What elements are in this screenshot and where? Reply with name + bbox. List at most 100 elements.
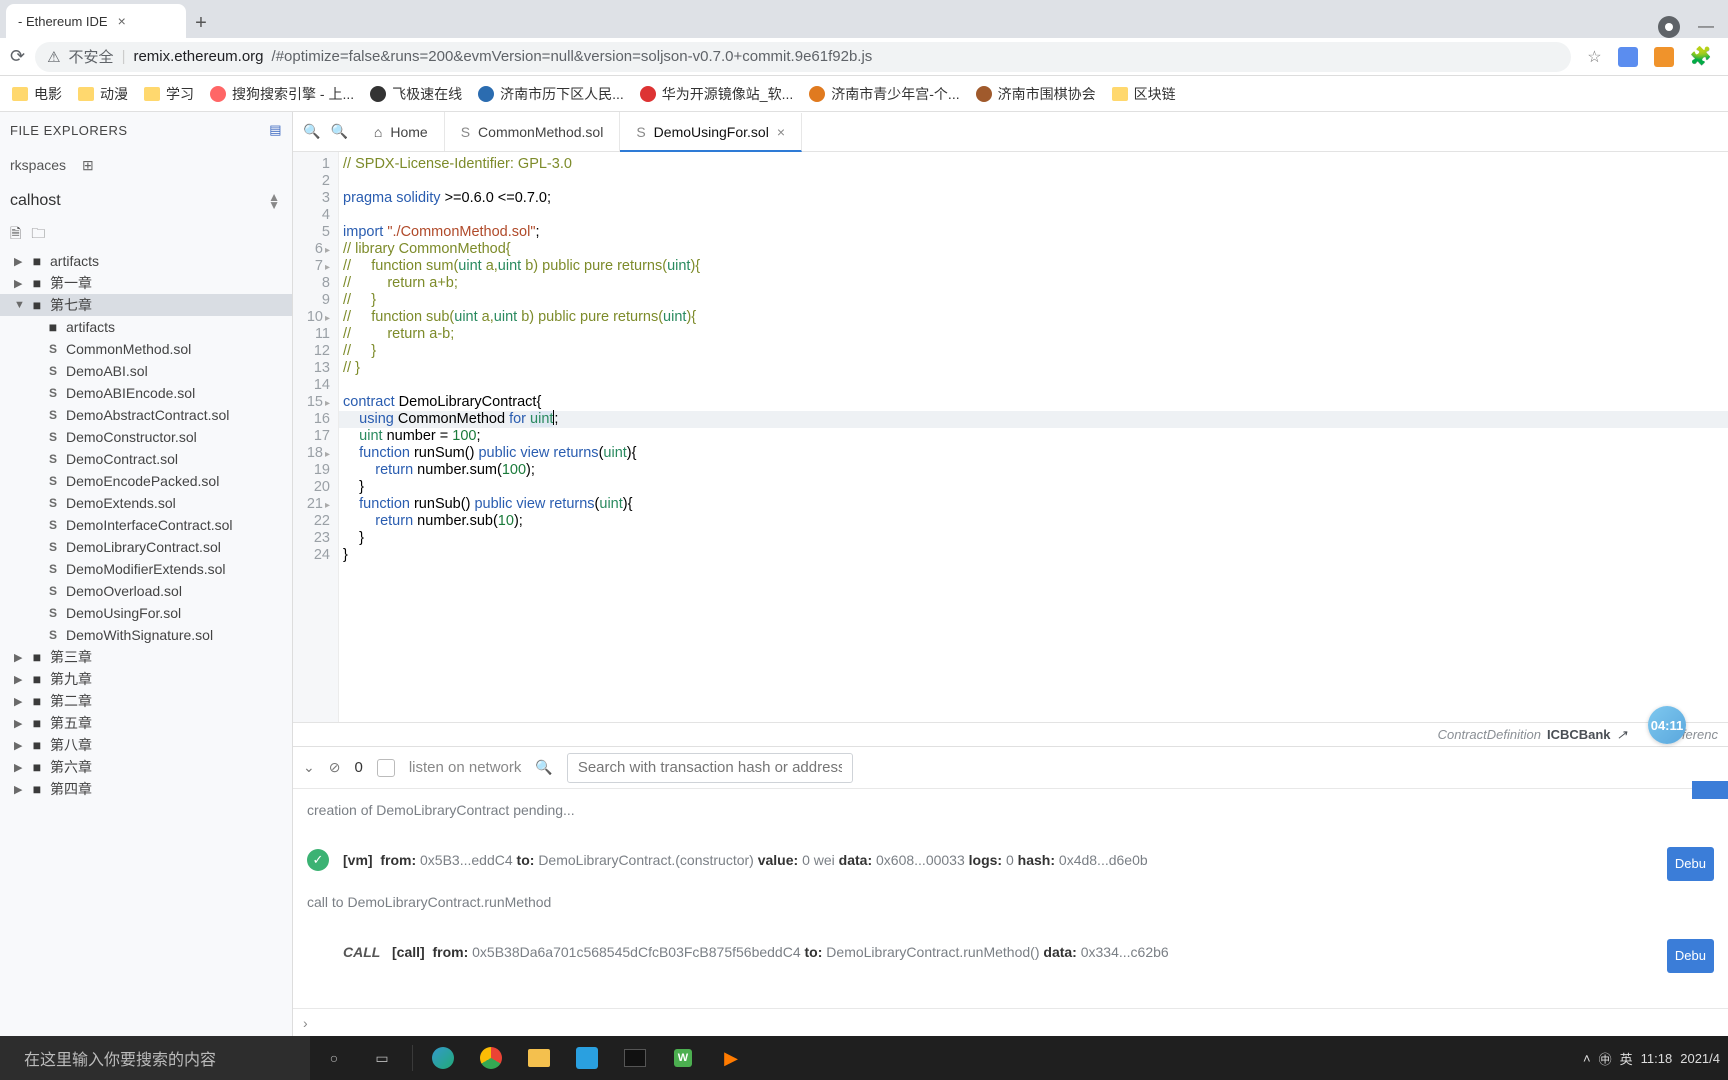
taskbar-search[interactable]: 在这里输入你要搜索的内容 (0, 1036, 310, 1080)
bookmark-item[interactable]: 搜狗搜索引擎 - 上... (210, 84, 354, 104)
url-field[interactable]: ⚠ 不安全 | remix.ethereum.org/#optimize=fal… (35, 42, 1571, 72)
file-item[interactable]: SDemoABI.sol (0, 360, 292, 382)
zoom-in-icon[interactable]: 🔍 (330, 123, 347, 140)
ime-lang[interactable]: 英 (1620, 1049, 1633, 1068)
folder-icon (78, 87, 94, 101)
folder-artifacts[interactable]: ▶■artifacts (0, 250, 292, 272)
bookmark-item[interactable]: 动漫 (78, 84, 128, 104)
edge-icon[interactable] (419, 1036, 467, 1080)
wps-icon[interactable]: W (659, 1036, 707, 1080)
file-item[interactable]: SDemoOverload.sol (0, 580, 292, 602)
chevron-right-icon: › (303, 1015, 308, 1031)
folder-item[interactable]: ▶■第四章 (0, 778, 292, 800)
file-item[interactable]: SDemoAbstractContract.sol (0, 404, 292, 426)
folder-chapter1[interactable]: ▶■第一章 (0, 272, 292, 294)
folder-chapter7[interactable]: ▼■第七章 (0, 294, 292, 316)
terminal-input-row[interactable]: › (293, 1008, 1728, 1036)
code-editor[interactable]: 123456789101112131415161718192021222324 … (293, 152, 1728, 722)
tab-home[interactable]: ⌂ Home (358, 112, 445, 151)
cortana-icon[interactable]: ○ (310, 1036, 358, 1080)
success-icon: ✓ (307, 849, 329, 871)
explorer-icon[interactable] (515, 1036, 563, 1080)
workspace-select[interactable]: calhost ▲▼ (0, 182, 292, 220)
folder-item[interactable]: ▶■第二章 (0, 690, 292, 712)
file-item[interactable]: SDemoLibraryContract.sol (0, 536, 292, 558)
tab-demousingfor[interactable]: S DemoUsingFor.sol × (620, 113, 802, 152)
code-content[interactable]: // SPDX-License-Identifier: GPL-3.0 prag… (339, 152, 1728, 722)
bookmark-item[interactable]: 济南市围棋协会 (976, 84, 1096, 104)
close-icon[interactable]: × (118, 13, 126, 29)
add-workspace-icon[interactable]: ⊞ (82, 157, 94, 174)
folder-icon (1112, 87, 1128, 101)
bookmark-item[interactable]: 济南市青少年宫-个... (809, 84, 959, 104)
file-item[interactable]: SDemoContract.sol (0, 448, 292, 470)
debug-button[interactable]: Debu (1667, 847, 1714, 881)
clear-icon[interactable]: ⊘ (329, 759, 341, 776)
folder-item[interactable]: ▶■第八章 (0, 734, 292, 756)
new-file-icon[interactable]: 🗎 (10, 223, 21, 247)
file-item[interactable]: SDemoInterfaceContract.sol (0, 514, 292, 536)
share-icon[interactable]: ↗ (1617, 727, 1628, 743)
zoom-out-icon[interactable]: 🔍 (303, 123, 320, 140)
listen-label: listen on network (409, 759, 522, 776)
file-item[interactable]: SDemoConstructor.sol (0, 426, 292, 448)
call-line: CALL [call] from: 0x5B38Da6a701c568545dC… (343, 939, 1169, 965)
tx-search-input[interactable] (567, 753, 853, 783)
bookmark-item[interactable]: 电影 (12, 84, 62, 104)
url-path: /#optimize=false&runs=200&evmVersion=nul… (272, 48, 873, 65)
search-icon[interactable]: 🔍 (535, 759, 552, 776)
address-bar: ⟳ ⚠ 不安全 | remix.ethereum.org/#optimize=f… (0, 38, 1728, 76)
reload-icon[interactable]: ⟳ (10, 46, 25, 67)
ext2-icon[interactable] (1654, 47, 1674, 67)
tx-line: [vm] from: 0x5B3...eddC4 to: DemoLibrary… (343, 847, 1148, 873)
solidity-icon: S (46, 518, 60, 532)
tab-commonmethod[interactable]: S CommonMethod.sol (445, 112, 621, 151)
folder-item[interactable]: ▶■第三章 (0, 646, 292, 668)
folder-item[interactable]: ▶■第五章 (0, 712, 292, 734)
close-icon[interactable]: × (777, 124, 785, 140)
favicon-icon (478, 86, 494, 102)
star-icon[interactable]: ☆ (1587, 47, 1601, 67)
favicon-icon (976, 86, 992, 102)
new-folder-icon[interactable]: 🗀 (31, 223, 45, 247)
extensions-icon[interactable]: 🧩 (1690, 46, 1712, 67)
file-item[interactable]: SCommonMethod.sol (0, 338, 292, 360)
bookmark-item[interactable]: 济南市历下区人民... (478, 84, 624, 104)
listen-checkbox[interactable] (377, 759, 395, 777)
bookmark-item[interactable]: 区块链 (1112, 84, 1176, 104)
tray-up-icon[interactable]: ˄ (1583, 1051, 1591, 1066)
taskview-icon[interactable]: ▭ (358, 1036, 406, 1080)
chrome-icon[interactable] (467, 1036, 515, 1080)
folder-artifacts-c7[interactable]: ■artifacts (0, 316, 292, 338)
file-item[interactable]: SDemoUsingFor.sol (0, 602, 292, 624)
player-icon[interactable]: ▶ (707, 1036, 755, 1080)
file-item[interactable]: SDemoExtends.sol (0, 492, 292, 514)
folder-item[interactable]: ▶■第六章 (0, 756, 292, 778)
file-item[interactable]: SDemoABIEncode.sol (0, 382, 292, 404)
ime-icon[interactable]: ㊥ (1599, 1049, 1612, 1068)
bookmark-item[interactable]: 学习 (144, 84, 194, 104)
new-tab-button[interactable]: + (186, 8, 216, 38)
taskbar-date: 2021/4 (1680, 1051, 1720, 1066)
chevron-icon[interactable]: ⌄ (303, 759, 315, 776)
file-item[interactable]: SDemoModifierExtends.sol (0, 558, 292, 580)
ext1-icon[interactable] (1618, 47, 1638, 67)
folder-item[interactable]: ▶■第九章 (0, 668, 292, 690)
file-item[interactable]: SDemoWithSignature.sol (0, 624, 292, 646)
app-icon[interactable] (563, 1036, 611, 1080)
minimize-icon[interactable]: — (1698, 18, 1714, 36)
windows-taskbar: 在这里输入你要搜索的内容 ○ ▭ W ▶ ˄ ㊥ 英 11:18 2021/4 (0, 1036, 1728, 1080)
pending-count: 0 (354, 759, 362, 776)
solidity-icon: S (46, 452, 60, 466)
profile-icon[interactable] (1658, 16, 1680, 38)
debug-button[interactable]: Debu (1667, 939, 1714, 973)
terminal-icon[interactable] (611, 1036, 659, 1080)
folder-icon (144, 87, 160, 101)
terminal-output[interactable]: creation of DemoLibraryContract pending.… (293, 789, 1728, 1008)
docs-icon[interactable]: ▤ (269, 122, 282, 138)
file-item[interactable]: SDemoEncodePacked.sol (0, 470, 292, 492)
browser-tab[interactable]: - Ethereum IDE × (6, 4, 186, 38)
bookmark-item[interactable]: 华为开源镜像站_软... (640, 84, 793, 104)
bookmark-item[interactable]: 飞极速在线 (370, 84, 462, 104)
log-line: call to DemoLibraryContract.runMethod (307, 889, 1714, 915)
